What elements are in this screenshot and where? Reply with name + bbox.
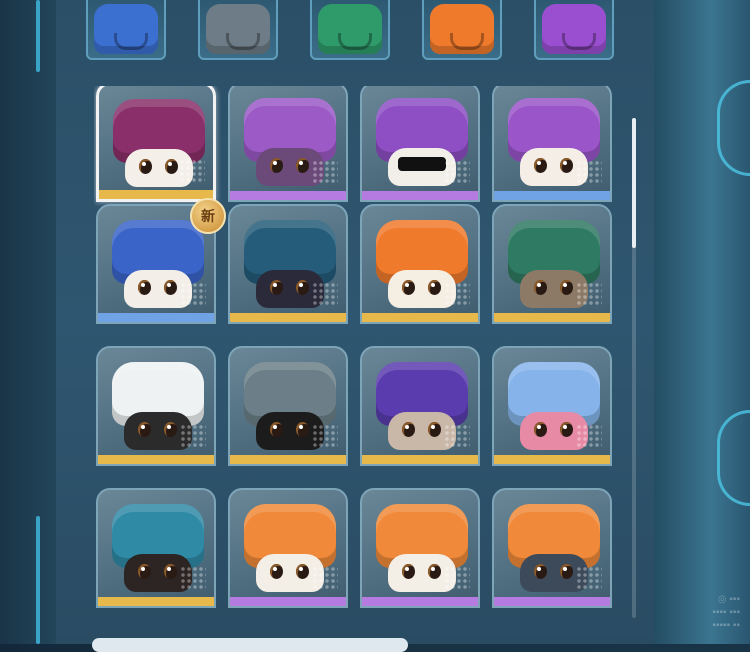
- cat-eye-icon: [296, 280, 309, 295]
- cat-eye-icon: [270, 422, 283, 437]
- cat-eye-icon: [534, 158, 547, 173]
- hat-tab[interactable]: [422, 0, 502, 60]
- hat-tab[interactable]: [198, 0, 278, 60]
- dot-pattern: [576, 424, 602, 448]
- dot-pattern: [180, 424, 206, 448]
- cat-eye-icon: [164, 564, 177, 579]
- cat-eye-icon: [534, 422, 547, 437]
- rarity-stripe: [98, 313, 214, 322]
- rarity-stripe: [362, 455, 478, 464]
- left-background: [0, 0, 56, 644]
- hat-card[interactable]: [492, 346, 612, 466]
- cat-eye-icon: [296, 422, 309, 437]
- rarity-stripe: [362, 597, 478, 606]
- dot-pattern: [312, 160, 338, 184]
- hat-card[interactable]: [360, 346, 480, 466]
- new-badge: 新: [190, 198, 226, 234]
- dot-pattern: [179, 159, 205, 183]
- rarity-stripe: [362, 191, 478, 200]
- cat-eye-icon: [138, 564, 151, 579]
- right-decor-arc: [717, 80, 750, 176]
- cat-eye-icon: [138, 280, 151, 295]
- rarity-stripe: [98, 455, 214, 464]
- dot-pattern: [180, 282, 206, 306]
- hat-tab[interactable]: [310, 0, 390, 60]
- rarity-stripe: [494, 191, 610, 200]
- gray-hat-icon: [206, 4, 270, 54]
- rarity-stripe: [230, 313, 346, 322]
- hat-grid: 新: [94, 86, 614, 626]
- dot-pattern: [444, 160, 470, 184]
- cat-eye-icon: [270, 280, 283, 295]
- orange-hat-icon: [430, 4, 494, 54]
- rarity-stripe: [230, 455, 346, 464]
- cat-eye-icon: [165, 159, 178, 174]
- cat-eye-icon: [560, 280, 573, 295]
- dot-pattern: [576, 282, 602, 306]
- sunglasses-icon: [398, 157, 446, 171]
- left-decor-bar: [36, 516, 40, 644]
- dot-pattern: [180, 566, 206, 590]
- scrollbar-thumb[interactable]: [632, 118, 636, 248]
- hat-card[interactable]: [96, 86, 216, 202]
- rarity-stripe: [494, 313, 610, 322]
- cat-eye-icon: [402, 422, 415, 437]
- blue-hat-icon: [94, 4, 158, 54]
- rarity-stripe: [99, 190, 213, 199]
- cat-eye-icon: [428, 280, 441, 295]
- hat-tab[interactable]: [86, 0, 166, 60]
- rarity-stripe: [494, 597, 610, 606]
- dot-pattern: [444, 566, 470, 590]
- cat-eye-icon: [164, 422, 177, 437]
- cat-eye-icon: [402, 564, 415, 579]
- hat-card[interactable]: [492, 86, 612, 202]
- cat-eye-icon: [164, 280, 177, 295]
- hat-card[interactable]: [228, 86, 348, 202]
- purple-hat-icon: [542, 4, 606, 54]
- dot-pattern: [312, 424, 338, 448]
- hat-card[interactable]: [492, 204, 612, 324]
- rarity-stripe: [230, 597, 346, 606]
- cat-eye-icon: [296, 158, 309, 173]
- dot-pattern: [312, 566, 338, 590]
- cat-eye-icon: [139, 159, 152, 174]
- dot-pattern: [444, 282, 470, 306]
- left-decor-bar: [36, 0, 40, 72]
- cat-eye-icon: [534, 280, 547, 295]
- hat-card[interactable]: [228, 204, 348, 324]
- hat-card[interactable]: [96, 488, 216, 608]
- dot-pattern: [576, 566, 602, 590]
- cat-eye-icon: [270, 564, 283, 579]
- cat-eye-icon: [560, 564, 573, 579]
- hat-card[interactable]: [492, 488, 612, 608]
- hat-card[interactable]: [228, 488, 348, 608]
- rarity-stripe: [494, 455, 610, 464]
- cat-eye-icon: [428, 564, 441, 579]
- cat-eye-icon: [560, 422, 573, 437]
- hat-card[interactable]: [360, 204, 480, 324]
- dot-pattern: [312, 282, 338, 306]
- dot-pattern: [444, 424, 470, 448]
- cat-eye-icon: [534, 564, 547, 579]
- dot-pattern: [576, 160, 602, 184]
- rarity-stripe: [362, 313, 478, 322]
- cat-eye-icon: [428, 422, 441, 437]
- cat-eye-icon: [138, 422, 151, 437]
- hat-card[interactable]: [96, 346, 216, 466]
- cat-eye-icon: [402, 280, 415, 295]
- cat-eye-icon: [270, 158, 283, 173]
- hat-card[interactable]: [360, 86, 480, 202]
- cat-eye-icon: [296, 564, 309, 579]
- scrollbar[interactable]: [632, 118, 636, 618]
- hat-card[interactable]: [228, 346, 348, 466]
- right-decor-arc: [717, 410, 750, 506]
- rarity-stripe: [98, 597, 214, 606]
- green-hat-icon: [318, 4, 382, 54]
- rarity-stripe: [230, 191, 346, 200]
- hat-card[interactable]: [360, 488, 480, 608]
- bottom-bar[interactable]: [92, 638, 408, 652]
- cat-eye-icon: [560, 158, 573, 173]
- watermark: ◎ ▪▪▪ ▪▪▪▪ ▪▪▪ ▪▪▪▪▪ ▪▪: [712, 594, 740, 631]
- hat-tab[interactable]: [534, 0, 614, 60]
